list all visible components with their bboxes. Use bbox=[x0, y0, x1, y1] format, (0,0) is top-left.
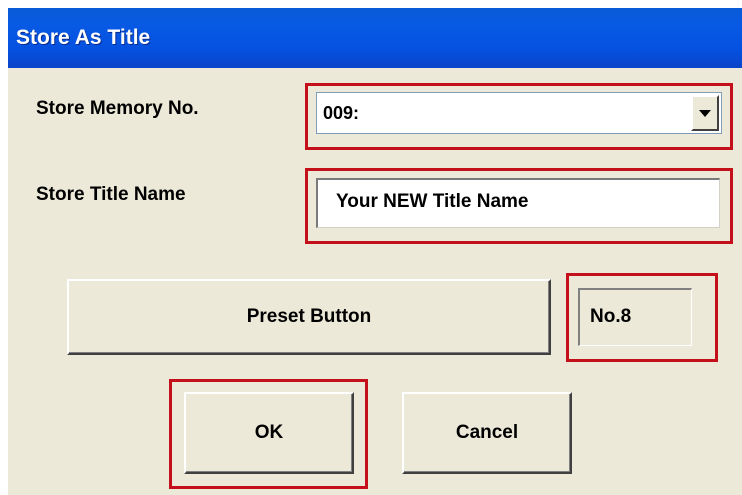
memory-number-dropdown[interactable]: 009: bbox=[316, 92, 722, 134]
ok-button[interactable]: OK bbox=[184, 392, 354, 474]
memory-number-value: 009: bbox=[323, 103, 360, 123]
cancel-button[interactable]: Cancel bbox=[402, 392, 572, 474]
dropdown-button[interactable] bbox=[691, 95, 719, 131]
title-name-value: Your NEW Title Name bbox=[336, 191, 529, 212]
preset-button[interactable]: Preset Button bbox=[67, 279, 551, 355]
chevron-down-icon bbox=[699, 109, 711, 117]
store-title-label: Store Title Name bbox=[36, 184, 186, 205]
preset-number-display: No.8 bbox=[578, 288, 692, 346]
store-memory-label: Store Memory No. bbox=[36, 98, 199, 119]
title-name-input[interactable]: Your NEW Title Name bbox=[316, 178, 720, 228]
store-as-title-dialog: Store As Title bbox=[8, 8, 742, 495]
dialog-title: Store As Title bbox=[8, 8, 742, 68]
